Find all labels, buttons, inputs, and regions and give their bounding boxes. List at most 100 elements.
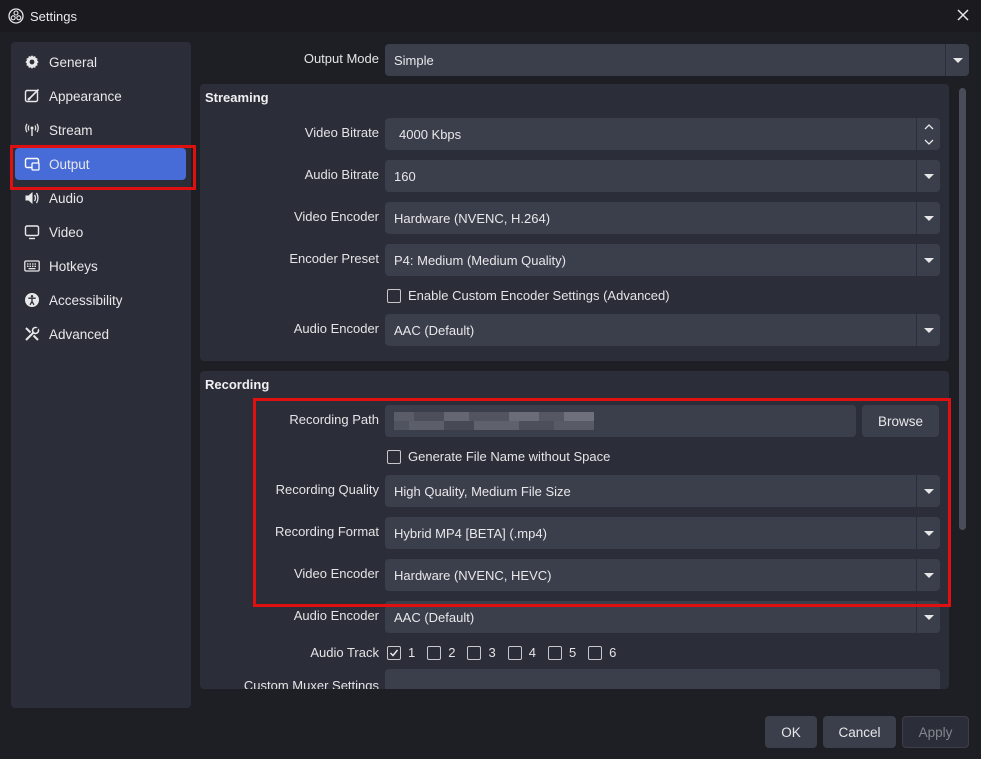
sidebar-item-audio[interactable]: Audio bbox=[15, 182, 186, 214]
speaker-icon bbox=[23, 189, 41, 207]
audio-track-2[interactable]: 2 bbox=[427, 645, 455, 660]
streaming-title: Streaming bbox=[205, 90, 269, 105]
title-bar: Settings bbox=[0, 0, 981, 32]
audio-bitrate-select[interactable]: 160 bbox=[385, 160, 940, 192]
filename-nospace-checkbox[interactable]: Generate File Name without Space bbox=[387, 449, 610, 464]
checkbox-box[interactable] bbox=[387, 288, 401, 303]
keyboard-icon bbox=[23, 257, 41, 275]
sidebar-item-label: Appearance bbox=[49, 88, 122, 104]
spin-up-button[interactable] bbox=[917, 118, 941, 134]
rec-video-encoder-select[interactable]: Hardware (NVENC, HEVC) bbox=[385, 559, 940, 591]
recording-format-label: Recording Format bbox=[274, 524, 379, 539]
checkbox-box[interactable] bbox=[387, 645, 401, 660]
audio-track-3[interactable]: 3 bbox=[467, 645, 496, 660]
redacted-path bbox=[394, 412, 594, 430]
track-label: 5 bbox=[568, 645, 577, 660]
video-bitrate-value: 4000 Kbps bbox=[399, 126, 462, 142]
stream-video-encoder-select[interactable]: Hardware (NVENC, H.264) bbox=[385, 202, 940, 234]
sidebar-item-label: Advanced bbox=[49, 326, 110, 342]
audio-track-group: 1 2 3 4 5 6 bbox=[387, 645, 616, 660]
sidebar-item-label: Accessibility bbox=[49, 292, 123, 308]
recording-quality-select[interactable]: High Quality, Medium File Size bbox=[385, 475, 940, 507]
recording-quality-value: High Quality, Medium File Size bbox=[394, 483, 571, 499]
scroll-area-bottom-edge bbox=[196, 689, 981, 709]
sidebar-item-accessibility[interactable]: Accessibility bbox=[15, 284, 186, 316]
sidebar-item-general[interactable]: General bbox=[15, 46, 186, 78]
chevron-down-icon bbox=[916, 559, 940, 591]
appearance-icon bbox=[23, 87, 41, 105]
recording-path-label: Recording Path bbox=[289, 412, 379, 427]
recording-title: Recording bbox=[205, 377, 270, 392]
stream-video-encoder-value: Hardware (NVENC, H.264) bbox=[394, 210, 551, 226]
chevron-down-icon bbox=[916, 244, 940, 276]
sidebar-item-appearance[interactable]: Appearance bbox=[15, 80, 186, 112]
ok-button[interactable]: OK bbox=[765, 716, 817, 748]
audio-track-4[interactable]: 4 bbox=[507, 645, 536, 660]
track-label: 3 bbox=[488, 645, 496, 660]
browse-button[interactable]: Browse bbox=[862, 405, 939, 437]
rec-audio-encoder-select[interactable]: AAC (Default) bbox=[385, 601, 940, 633]
apply-button[interactable]: Apply bbox=[902, 716, 969, 748]
video-bitrate-label: Video Bitrate bbox=[304, 125, 379, 140]
chevron-down-icon bbox=[916, 601, 940, 633]
recording-format-value: Hybrid MP4 [BETA] (.mp4) bbox=[394, 525, 547, 541]
encoder-preset-select[interactable]: P4: Medium (Medium Quality) bbox=[385, 244, 940, 276]
sidebar-item-label: Stream bbox=[49, 122, 93, 138]
audio-track-6[interactable]: 6 bbox=[588, 645, 616, 660]
sidebar-item-advanced[interactable]: Advanced bbox=[15, 318, 186, 350]
obs-logo-icon bbox=[8, 8, 24, 24]
track-label: 1 bbox=[408, 645, 416, 660]
sidebar-item-output[interactable]: Output bbox=[15, 148, 186, 180]
audio-track-label: Audio Track bbox=[310, 645, 379, 660]
recording-format-select[interactable]: Hybrid MP4 [BETA] (.mp4) bbox=[385, 517, 940, 549]
sidebar-item-label: Hotkeys bbox=[49, 258, 98, 274]
checkbox-box[interactable] bbox=[427, 645, 442, 660]
checkbox-box[interactable] bbox=[507, 645, 522, 660]
filename-nospace-label: Generate File Name without Space bbox=[408, 449, 611, 464]
monitor-icon bbox=[23, 223, 41, 241]
scrollbar-thumb[interactable] bbox=[959, 88, 966, 530]
audio-bitrate-label: Audio Bitrate bbox=[304, 167, 379, 182]
audio-track-5[interactable]: 5 bbox=[547, 645, 577, 660]
chevron-down-icon bbox=[916, 517, 940, 549]
output-mode-select[interactable]: Simple bbox=[385, 44, 969, 76]
custom-encoder-checkbox[interactable]: Enable Custom Encoder Settings (Advanced… bbox=[387, 288, 670, 303]
sidebar-item-stream[interactable]: Stream bbox=[15, 114, 186, 146]
track-label: 4 bbox=[528, 645, 536, 660]
rec-video-encoder-label: Video Encoder bbox=[293, 566, 379, 581]
rec-video-encoder-value: Hardware (NVENC, HEVC) bbox=[394, 567, 552, 583]
spin-down-button[interactable] bbox=[917, 134, 941, 150]
close-icon[interactable] bbox=[955, 7, 971, 23]
sidebar-item-label: Video bbox=[49, 224, 84, 240]
custom-encoder-label: Enable Custom Encoder Settings (Advanced… bbox=[408, 288, 670, 303]
stream-audio-encoder-select[interactable]: AAC (Default) bbox=[385, 314, 940, 346]
checkbox-box[interactable] bbox=[387, 449, 401, 464]
chevron-down-icon bbox=[924, 139, 934, 145]
antenna-icon bbox=[23, 121, 41, 139]
chevron-down-icon bbox=[916, 202, 940, 234]
gear-icon bbox=[23, 53, 41, 71]
chevron-down-icon bbox=[945, 44, 969, 76]
sidebar-item-video[interactable]: Video bbox=[15, 216, 186, 248]
checkbox-box[interactable] bbox=[547, 645, 562, 660]
sidebar-item-label: Audio bbox=[49, 190, 84, 206]
checkbox-box[interactable] bbox=[588, 645, 603, 660]
audio-track-1[interactable]: 1 bbox=[387, 645, 415, 660]
checkbox-box[interactable] bbox=[467, 645, 482, 660]
sidebar-item-label: Output bbox=[49, 156, 90, 172]
video-bitrate-spinbox[interactable]: 4000 Kbps bbox=[385, 118, 940, 150]
encoder-preset-value: P4: Medium (Medium Quality) bbox=[394, 252, 566, 268]
rec-audio-encoder-label: Audio Encoder bbox=[293, 608, 379, 623]
track-label: 6 bbox=[609, 645, 617, 660]
recording-quality-label: Recording Quality bbox=[275, 482, 379, 497]
encoder-preset-label: Encoder Preset bbox=[289, 251, 379, 266]
cancel-button[interactable]: Cancel bbox=[823, 716, 896, 748]
chevron-down-icon bbox=[916, 160, 940, 192]
recording-path-input[interactable] bbox=[385, 405, 856, 437]
sidebar-item-hotkeys[interactable]: Hotkeys bbox=[15, 250, 186, 282]
stream-audio-encoder-label: Audio Encoder bbox=[293, 321, 379, 336]
output-mode-value: Simple bbox=[394, 52, 434, 68]
custom-muxer-input[interactable] bbox=[385, 669, 940, 689]
track-label: 2 bbox=[448, 645, 456, 660]
chevron-down-icon bbox=[916, 314, 940, 346]
